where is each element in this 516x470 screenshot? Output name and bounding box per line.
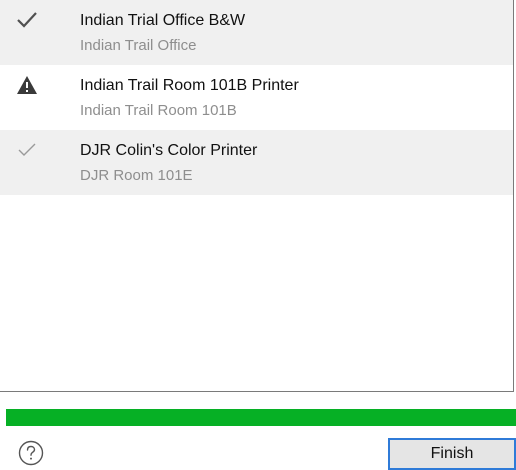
progress-bar — [6, 409, 516, 426]
printer-list: Indian Trial Office B&W Indian Trail Off… — [0, 0, 514, 392]
printer-row[interactable]: Indian Trail Room 101B Printer Indian Tr… — [0, 65, 513, 130]
checkmark-icon — [18, 143, 36, 156]
printer-install-dialog: Indian Trial Office B&W Indian Trail Off… — [0, 0, 516, 470]
printer-location: Indian Trail Office — [80, 37, 197, 54]
printer-name: DJR Colin's Color Printer — [80, 142, 258, 159]
printer-location: DJR Room 101E — [80, 167, 193, 184]
printer-location: Indian Trail Room 101B — [80, 102, 237, 119]
help-icon — [18, 440, 44, 466]
progress-bar-fill — [6, 409, 516, 426]
warning-icon — [17, 76, 37, 94]
printer-row[interactable]: DJR Colin's Color Printer DJR Room 101E — [0, 130, 513, 195]
finish-button[interactable]: Finish — [388, 438, 516, 470]
printer-name: Indian Trail Room 101B Printer — [80, 77, 299, 94]
printer-name: Indian Trial Office B&W — [80, 12, 246, 29]
printer-row[interactable]: Indian Trial Office B&W Indian Trail Off… — [0, 0, 513, 65]
checkmark-icon — [17, 12, 37, 28]
help-button[interactable] — [18, 440, 44, 466]
